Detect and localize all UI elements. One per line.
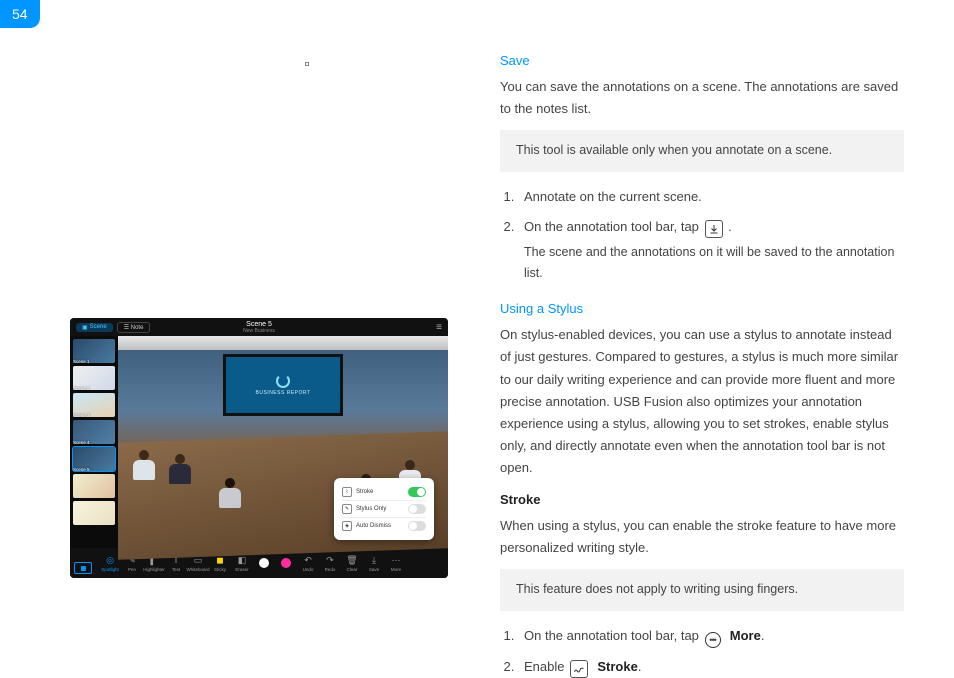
thumb-scene-3[interactable]: Scene 3 (73, 393, 115, 417)
tool-redo[interactable]: ↷Redo (320, 554, 340, 572)
tab-note[interactable]: ☰ Note (117, 322, 151, 333)
tool-eraser[interactable]: ◧Eraser (232, 554, 252, 572)
tool-spotlight[interactable]: ◎Spotlight (100, 554, 120, 572)
heading-stroke: Stroke (500, 489, 904, 511)
thumb-scene-5[interactable]: Scene 5 (73, 447, 115, 471)
pip-indicator[interactable] (74, 562, 92, 574)
app-screenshot: ▣Scene ☰ Note Scene 5 New Business ≡ Sce… (70, 318, 448, 578)
save-step-1: Annotate on the current scene. (518, 186, 904, 208)
meeting-screen: BUSINESS REPORT (223, 354, 343, 416)
popup-auto-dismiss-row[interactable]: ◈Auto Dismiss (342, 518, 426, 534)
stroke-icon (570, 660, 588, 678)
stroke-step-1: On the annotation tool bar, tap ••• More… (518, 625, 904, 649)
auto-dismiss-toggle[interactable] (408, 521, 426, 531)
tool-color-white[interactable] (254, 558, 274, 568)
tool-more[interactable]: ⋯More (386, 554, 406, 572)
thumb-scene-7[interactable] (73, 501, 115, 525)
tool-color-magenta[interactable] (276, 558, 296, 568)
stylus-settings-popup: ⌇Stroke ✎Stylus Only ◈Auto Dismiss (334, 478, 434, 540)
thumb-scene-4[interactable]: Scene 4 (73, 420, 115, 444)
stroke-body: When using a stylus, you can enable the … (500, 515, 904, 559)
stroke-toggle[interactable] (408, 487, 426, 497)
save-step-2: On the annotation tool bar, tap . The sc… (518, 216, 904, 285)
stroke-note: This feature does not apply to writing u… (500, 569, 904, 610)
tool-undo[interactable]: ↶Undo (298, 554, 318, 572)
tool-clear[interactable]: 🗑Clear (342, 554, 362, 572)
thumb-scene-1[interactable]: Scene 1 (73, 339, 115, 363)
save-intro: You can save the annotations on a scene.… (500, 76, 904, 120)
menu-icon[interactable]: ≡ (436, 322, 442, 333)
app-title: Scene 5 New Business (243, 321, 275, 334)
scene-thumbnails: Scene 1 Scene 2 Scene 3 Scene 4 Scene 5 (70, 336, 118, 548)
save-step-2-sub: The scene and the annotations on it will… (524, 242, 904, 285)
stylus-only-toggle[interactable] (408, 504, 426, 514)
thumb-scene-6[interactable] (73, 474, 115, 498)
thumb-scene-2[interactable]: Scene 2 (73, 366, 115, 390)
tool-save[interactable]: ⤓Save (364, 554, 384, 572)
heading-save: Save (500, 50, 904, 72)
stroke-step-2: Enable Stroke. (518, 656, 904, 678)
tool-sticky[interactable]: ◼Sticky (210, 554, 230, 572)
stylus-intro: On stylus-enabled devices, you can use a… (500, 324, 904, 479)
main-preview: BUSINESS REPORT ⌇Stroke ✎Stylus Only (118, 336, 448, 548)
popup-stylus-only-row[interactable]: ✎Stylus Only (342, 501, 426, 518)
save-note: This tool is available only when you ann… (500, 130, 904, 171)
popup-stroke-row[interactable]: ⌇Stroke (342, 484, 426, 501)
decorative-square (305, 62, 309, 66)
more-icon: ••• (705, 632, 721, 648)
tab-scene[interactable]: ▣Scene (76, 323, 113, 332)
page-number-badge: 54 (0, 0, 40, 28)
app-topbar: ▣Scene ☰ Note Scene 5 New Business ≡ (70, 318, 448, 336)
heading-stylus: Using a Stylus (500, 298, 904, 320)
download-icon (705, 220, 723, 238)
